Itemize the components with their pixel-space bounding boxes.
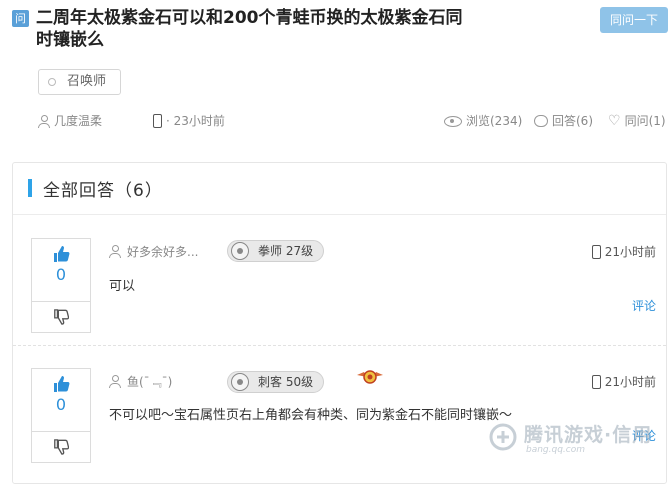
heart-icon: ♡ [608,113,621,129]
speech-bubble-icon [534,115,548,127]
answer-text: 可以 [109,279,136,294]
tag-icon [48,78,56,86]
site-watermark: 腾讯游戏·信用 bang.qq.com [488,418,663,458]
answers-panel-header: 全部回答（6） [13,163,666,215]
header-accent-bar [28,179,32,197]
answer-time-text: 21小时前 [604,245,656,259]
question-tag[interactable]: 召唤师 [38,69,122,95]
thumbs-down-icon [54,309,70,325]
user-icon [109,375,121,388]
vote-box: 0 [31,238,91,333]
downvote-button[interactable] [32,432,90,462]
rank-badge: 刺客 50级 [227,371,325,393]
eye-icon [444,115,462,127]
watermark-text: 腾讯游戏·信用 [524,424,653,446]
class-emblem-icon [231,373,249,391]
answers-count[interactable]: 回答(6) [534,113,593,129]
answer-user[interactable]: 好多余好多... [109,243,198,260]
thumbs-up-icon [54,246,70,262]
answer-time: 21小时前 [591,373,656,390]
rank-label: 刺客 50级 [258,375,314,389]
answer-time: 21小时前 [591,243,656,260]
question-author[interactable]: 几度温柔 [38,113,102,129]
watermark-url: bang.qq.com [526,445,586,455]
phone-icon [153,114,162,128]
views-count: 浏览(234) [444,113,522,129]
tag-label: 召唤师 [67,74,107,89]
watermark-logo-icon [489,423,517,451]
phone-icon [591,244,601,259]
question-badge-icon: 问 [12,10,29,27]
answer-divider [13,345,666,346]
phone-icon [591,374,601,389]
upvote-button[interactable]: 0 [32,375,90,432]
question-time: · 23小时前 [153,113,225,129]
user-icon [109,245,121,258]
same-ask-button[interactable]: 同问一下 [600,7,668,33]
achievement-badge-icon [357,370,383,384]
thumbs-up-icon [54,376,70,392]
answer-time-text: 21小时前 [604,375,656,389]
vote-count: 0 [55,395,67,414]
answer-text: 不可以吧～宝石属性页右上角都会有种类、同为紫金石不能同时镶嵌～ [109,408,513,423]
vote-count: 0 [55,265,67,284]
vote-box: 0 [31,368,91,463]
same-ask-count[interactable]: ♡ 同问(1) [608,113,666,129]
same-ask-text: 同问(1) [624,114,666,128]
author-name: 几度温柔 [54,114,103,128]
question-title: 二周年太极紫金石可以和200个青蛙币换的太极紫金石同时镶嵌么 [36,8,463,50]
answer-user-name: 鱼(¯﹃¯) [127,375,173,389]
comment-link[interactable]: 评论 [632,297,656,314]
answers-text: 回答(6) [552,114,593,128]
user-icon [38,114,50,128]
downvote-button[interactable] [32,302,90,332]
answers-panel-title: 全部回答（6） [43,181,163,201]
upvote-button[interactable]: 0 [32,245,90,302]
views-text: 浏览(234) [466,114,523,128]
rank-badge: 拳师 27级 [227,240,325,262]
thumbs-down-icon [54,439,70,455]
question-time-text: · 23小时前 [166,114,225,128]
rank-label: 拳师 27级 [258,244,314,258]
answer-user[interactable]: 鱼(¯﹃¯) [109,373,172,390]
class-emblem-icon [231,242,249,260]
answer-user-name: 好多余好多... [127,245,199,259]
